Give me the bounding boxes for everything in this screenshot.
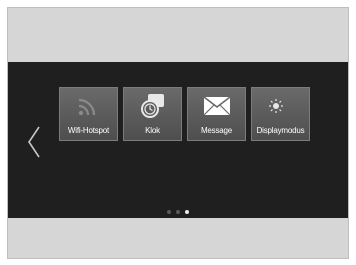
tile-wifi-hotspot[interactable]: Wifi-Hotspot	[59, 87, 118, 141]
page-dot[interactable]	[167, 210, 171, 214]
page-indicator	[8, 210, 348, 214]
home-screen: Wifi-Hotspot Klok Message Displaymodus	[8, 62, 348, 218]
tile-message[interactable]: Message	[187, 87, 246, 141]
page-dot-active[interactable]	[185, 210, 189, 214]
wifi-icon	[78, 98, 95, 116]
device-frame: Wifi-Hotspot Klok Message Displaymodus	[7, 7, 349, 259]
envelope-icon	[203, 96, 230, 116]
page-dot[interactable]	[176, 210, 180, 214]
chevron-left-icon	[28, 126, 40, 158]
tile-label: Displaymodus	[256, 126, 305, 135]
tile-label: Wifi-Hotspot	[67, 126, 110, 135]
tile-displaymodus[interactable]: Displaymodus	[251, 87, 310, 141]
tile-label: Message	[200, 126, 233, 135]
tile-klok[interactable]: Klok	[123, 87, 182, 141]
app-tiles: Wifi-Hotspot Klok Message Displaymodus	[59, 87, 310, 141]
previous-page-button[interactable]	[24, 124, 44, 160]
clock-icon	[140, 94, 164, 118]
sun-moon-icon	[268, 99, 293, 113]
tile-label: Klok	[145, 126, 160, 135]
